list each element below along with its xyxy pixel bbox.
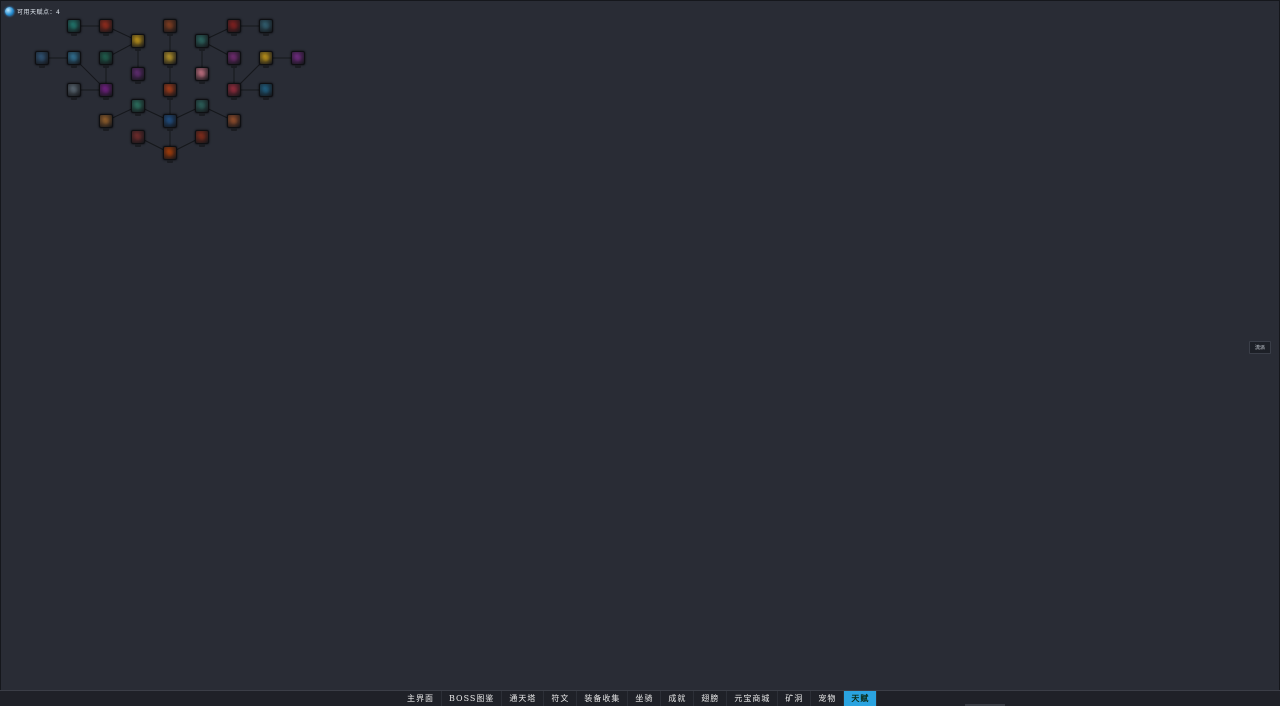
talent-node[interactable] xyxy=(291,51,305,68)
school-button-label: 流派 xyxy=(1254,345,1265,351)
menu-tab[interactable]: 坐骑 xyxy=(628,691,662,706)
talent-node[interactable] xyxy=(163,51,177,68)
school-button[interactable]: 流派 xyxy=(1249,341,1271,354)
talent-node[interactable] xyxy=(35,51,49,68)
talent-skill-icon xyxy=(70,86,78,94)
talent-node[interactable] xyxy=(99,19,113,36)
bottom-menu-bar: 主界面 BOSS图鉴 通天塔 符文 装备收集 坐骑 成就 翅膀 元宝商城 矿洞 宠物 天赋 xyxy=(0,690,1280,706)
talent-skill-icon xyxy=(134,133,142,141)
talent-node[interactable] xyxy=(195,99,209,116)
talent-skill-icon xyxy=(166,54,174,62)
talent-skill-icon xyxy=(262,86,270,94)
menu-tab[interactable]: 符文 xyxy=(544,691,578,706)
menu-tab[interactable]: 成就 xyxy=(661,691,695,706)
talent-skill-icon xyxy=(70,22,78,30)
talent-node[interactable] xyxy=(99,83,113,100)
talent-skill-icon xyxy=(134,102,142,110)
talent-skill-icon xyxy=(102,117,110,125)
talent-skill-icon xyxy=(294,54,302,62)
talent-skill-icon xyxy=(166,149,174,157)
talent-skill-icon xyxy=(198,70,206,78)
talent-node[interactable] xyxy=(99,114,113,131)
talent-skill-icon xyxy=(262,54,270,62)
talent-skill-icon xyxy=(262,22,270,30)
talent-skill-icon xyxy=(102,22,110,30)
talent-skill-icon xyxy=(198,37,206,45)
talent-node[interactable] xyxy=(195,67,209,84)
talent-node[interactable] xyxy=(259,83,273,100)
talent-node[interactable] xyxy=(67,83,81,100)
talent-skill-icon xyxy=(38,54,46,62)
talent-node[interactable] xyxy=(163,146,177,163)
talent-node[interactable] xyxy=(131,67,145,84)
menu-tab[interactable]: 宠物 xyxy=(811,691,845,706)
talent-skill-icon xyxy=(166,86,174,94)
talent-node[interactable] xyxy=(227,83,241,100)
talent-skill-icon xyxy=(230,54,238,62)
talent-node[interactable] xyxy=(259,19,273,36)
talent-node[interactable] xyxy=(227,19,241,36)
talent-skill-icon xyxy=(134,37,142,45)
talent-skill-icon xyxy=(230,117,238,125)
talent-skill-icon xyxy=(134,70,142,78)
talent-node[interactable] xyxy=(99,51,113,68)
talent-skill-icon xyxy=(166,117,174,125)
menu-tabs: 主界面 BOSS图鉴 通天塔 符文 装备收集 坐骑 成就 翅膀 元宝商城 矿洞 宠物 天赋 xyxy=(400,691,878,706)
talent-node[interactable] xyxy=(163,114,177,131)
talent-node[interactable] xyxy=(131,99,145,116)
menu-tab[interactable]: 翅膀 xyxy=(694,691,728,706)
talent-skill-icon xyxy=(70,54,78,62)
talent-node[interactable] xyxy=(195,34,209,51)
talent-node[interactable] xyxy=(227,51,241,68)
talent-node[interactable] xyxy=(227,114,241,131)
talent-skill-icon xyxy=(198,133,206,141)
talent-skill-icon xyxy=(102,54,110,62)
talent-skill-icon xyxy=(230,22,238,30)
talent-node[interactable] xyxy=(131,34,145,51)
talent-skill-icon xyxy=(198,102,206,110)
menu-tab[interactable]: 通天塔 xyxy=(502,691,545,706)
talent-skill-icon xyxy=(102,86,110,94)
menu-tab[interactable]: 主界面 xyxy=(400,691,442,706)
menu-tab[interactable]: 矿洞 xyxy=(778,691,812,706)
talent-window: 可用天赋点：4 流派 xyxy=(0,0,1280,692)
talent-node[interactable] xyxy=(163,19,177,36)
talent-node[interactable] xyxy=(259,51,273,68)
menu-tab[interactable]: BOSS图鉴 xyxy=(442,691,503,706)
menu-tab[interactable]: 装备收集 xyxy=(577,691,629,706)
menu-tab[interactable]: 元宝商城 xyxy=(727,691,779,706)
talent-node[interactable] xyxy=(67,51,81,68)
talent-skill-icon xyxy=(230,86,238,94)
talent-node[interactable] xyxy=(195,130,209,147)
talent-node[interactable] xyxy=(163,83,177,100)
talent-skill-icon xyxy=(166,22,174,30)
menu-tab[interactable]: 天赋 xyxy=(844,691,878,706)
talent-node[interactable] xyxy=(67,19,81,36)
talent-node[interactable] xyxy=(131,130,145,147)
